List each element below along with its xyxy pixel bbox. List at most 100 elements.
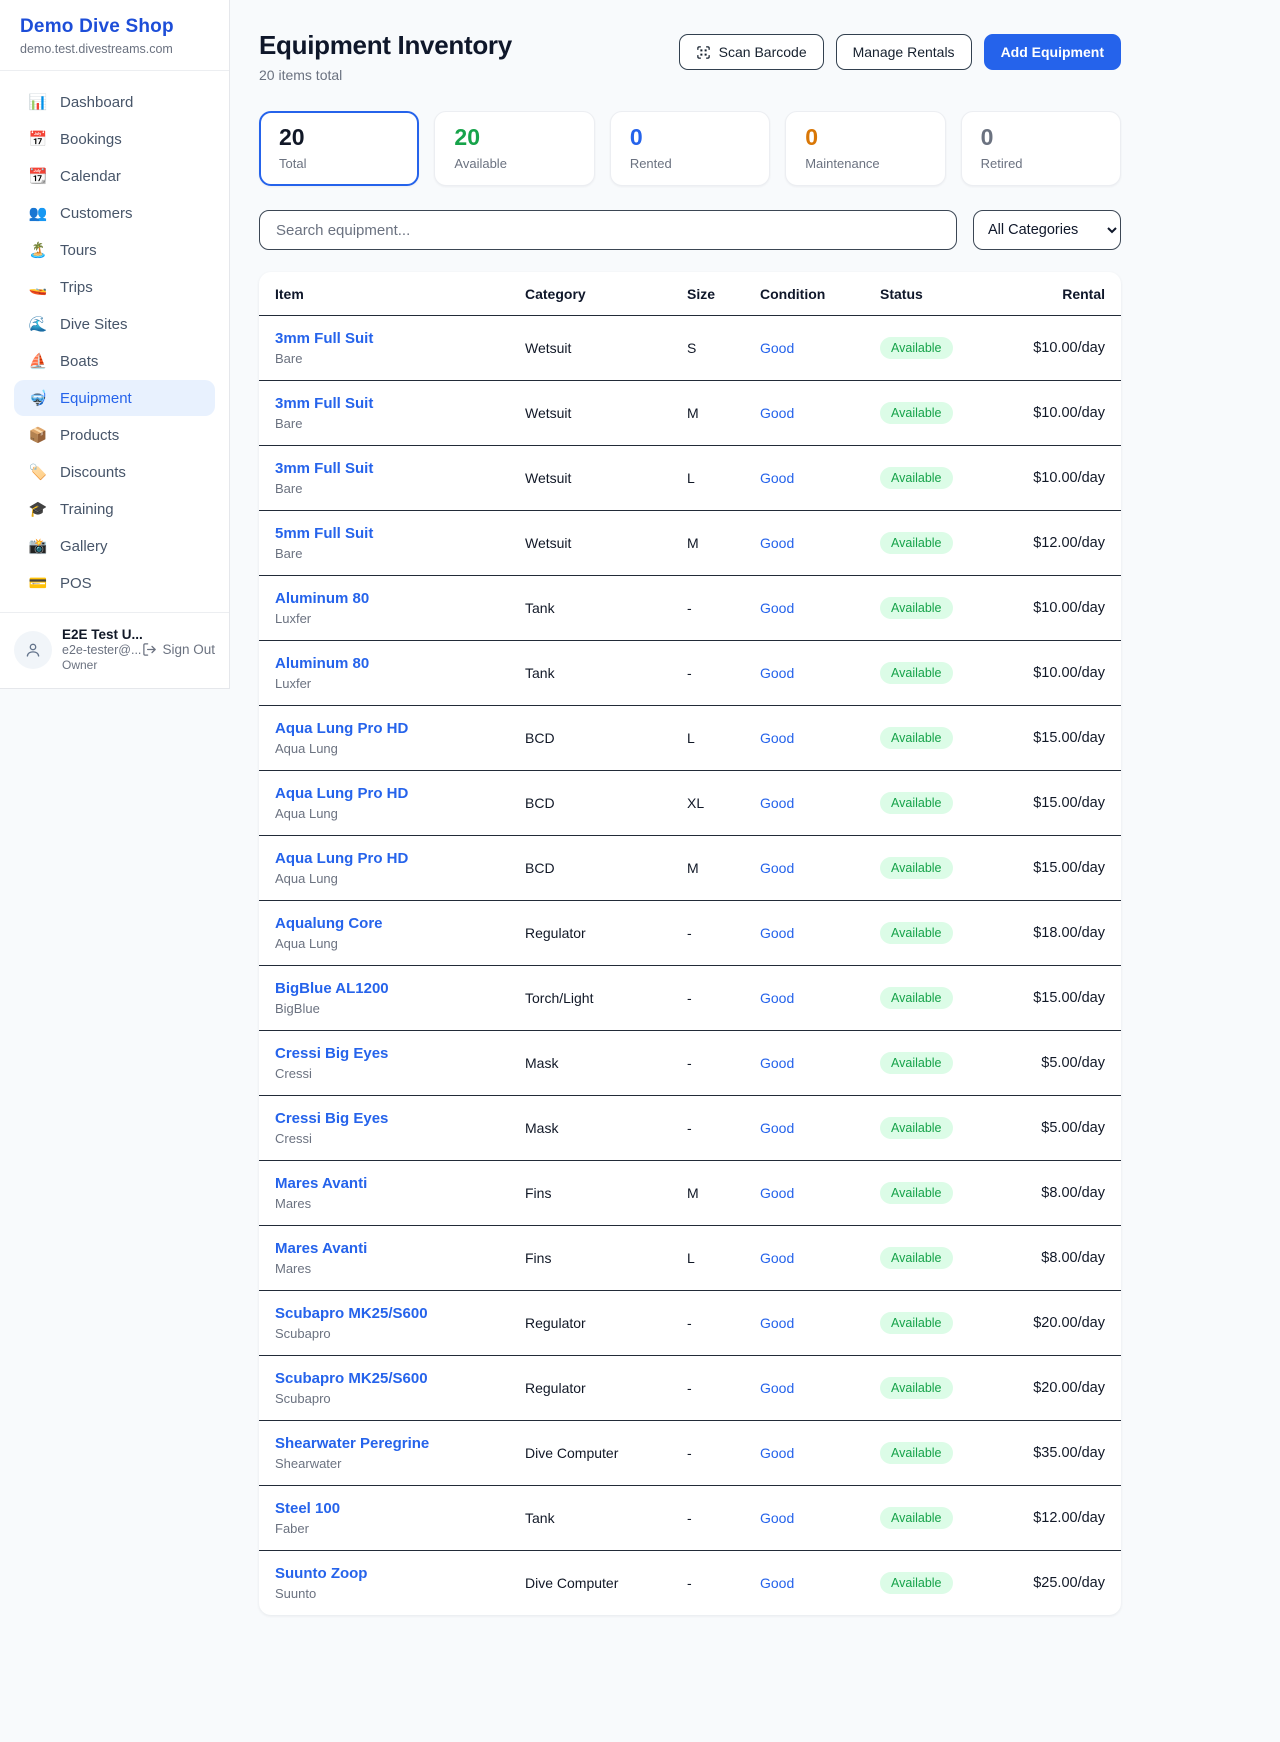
equipment-condition-link[interactable]: Good [760, 1510, 880, 1526]
equipment-name-link[interactable]: Aqua Lung Pro HD [275, 785, 525, 802]
table-row: Suunto Zoop Suunto Dive Computer - Good … [259, 1550, 1121, 1615]
equipment-condition-link[interactable]: Good [760, 730, 880, 746]
user-role: Owner [62, 658, 132, 672]
stat-card-retired[interactable]: 0 Retired [961, 111, 1121, 186]
equipment-condition-link[interactable]: Good [760, 405, 880, 421]
equipment-condition-link[interactable]: Good [760, 1055, 880, 1071]
equipment-brand: Aqua Lung [275, 806, 525, 821]
equipment-condition-link[interactable]: Good [760, 600, 880, 616]
sidebar-item-label: Dashboard [60, 94, 133, 111]
equipment-name-link[interactable]: Mares Avanti [275, 1240, 525, 1257]
status-badge: Available [880, 857, 953, 879]
stat-label: Retired [981, 156, 1101, 171]
sidebar-item-dashboard[interactable]: 📊 Dashboard [14, 84, 215, 120]
add-equipment-button[interactable]: Add Equipment [984, 34, 1121, 70]
equipment-name-link[interactable]: Cressi Big Eyes [275, 1110, 525, 1127]
equipment-name-link[interactable]: Aluminum 80 [275, 590, 525, 607]
equipment-size: - [687, 990, 760, 1006]
equipment-condition-link[interactable]: Good [760, 925, 880, 941]
equipment-name-link[interactable]: Shearwater Peregrine [275, 1435, 525, 1452]
manage-rentals-button[interactable]: Manage Rentals [836, 34, 972, 70]
equipment-condition-link[interactable]: Good [760, 1250, 880, 1266]
equipment-condition-link[interactable]: Good [760, 1315, 880, 1331]
brand-link[interactable]: Demo Dive Shop [20, 16, 209, 38]
sidebar-item-label: Boats [60, 353, 98, 370]
sidebar-item-label: Customers [60, 205, 133, 222]
equipment-rental-rate: $8.00/day [1010, 1185, 1105, 1201]
equipment-rental-rate: $15.00/day [1010, 730, 1105, 746]
status-badge: Available [880, 337, 953, 359]
sidebar-item-label: Training [60, 501, 114, 518]
equipment-name-link[interactable]: Aqua Lung Pro HD [275, 720, 525, 737]
equipment-name-link[interactable]: Scubapro MK25/S600 [275, 1370, 525, 1387]
equipment-name-link[interactable]: Aqualung Core [275, 915, 525, 932]
status-badge: Available [880, 922, 953, 944]
equipment-name-link[interactable]: Suunto Zoop [275, 1565, 525, 1582]
stat-card-maintenance[interactable]: 0 Maintenance [785, 111, 945, 186]
page-header: Equipment Inventory 20 items total Scan … [259, 30, 1121, 83]
manage-rentals-label: Manage Rentals [853, 44, 955, 60]
equipment-name-link[interactable]: Aqua Lung Pro HD [275, 850, 525, 867]
sidebar-item-boats[interactable]: ⛵ Boats [14, 343, 215, 379]
sidebar-item-training[interactable]: 🎓 Training [14, 491, 215, 527]
sidebar-item-pos[interactable]: 💳 POS [14, 565, 215, 601]
stat-card-rented[interactable]: 0 Rented [610, 111, 770, 186]
equipment-name-link[interactable]: 3mm Full Suit [275, 460, 525, 477]
equipment-category: Regulator [525, 925, 687, 941]
equipment-condition-link[interactable]: Good [760, 1575, 880, 1591]
equipment-name-link[interactable]: Scubapro MK25/S600 [275, 1305, 525, 1322]
equipment-size: - [687, 925, 760, 941]
sidebar-item-bookings[interactable]: 📅 Bookings [14, 121, 215, 157]
equipment-condition-link[interactable]: Good [760, 340, 880, 356]
sidebar-nav: 📊 Dashboard 📅 Bookings 📆 Calendar 👥 Cust… [0, 71, 229, 612]
status-badge: Available [880, 1312, 953, 1334]
sidebar-item-customers[interactable]: 👥 Customers [14, 195, 215, 231]
equipment-size: M [687, 860, 760, 876]
equipment-rental-rate: $8.00/day [1010, 1250, 1105, 1266]
search-input[interactable] [259, 210, 957, 250]
equipment-condition-link[interactable]: Good [760, 470, 880, 486]
category-select[interactable]: All Categories [973, 210, 1121, 250]
status-badge: Available [880, 987, 953, 1009]
sidebar-item-calendar[interactable]: 📆 Calendar [14, 158, 215, 194]
equipment-condition-link[interactable]: Good [760, 535, 880, 551]
equipment-condition-link[interactable]: Good [760, 990, 880, 1006]
table-row: 3mm Full Suit Bare Wetsuit S Good Availa… [259, 316, 1121, 380]
sidebar-item-equipment[interactable]: 🤿 Equipment [14, 380, 215, 416]
stat-value: 20 [454, 125, 574, 150]
equipment-name-link[interactable]: Aluminum 80 [275, 655, 525, 672]
equipment-name-link[interactable]: BigBlue AL1200 [275, 980, 525, 997]
sidebar-item-trips[interactable]: 🚤 Trips [14, 269, 215, 305]
equipment-condition-link[interactable]: Good [760, 1120, 880, 1136]
equipment-name-link[interactable]: 3mm Full Suit [275, 395, 525, 412]
equipment-category: Regulator [525, 1315, 687, 1331]
equipment-name-link[interactable]: Cressi Big Eyes [275, 1045, 525, 1062]
sign-out-button[interactable]: Sign Out [142, 642, 215, 657]
equipment-name-link[interactable]: Mares Avanti [275, 1175, 525, 1192]
equipment-category: Regulator [525, 1380, 687, 1396]
equipment-condition-link[interactable]: Good [760, 860, 880, 876]
sidebar-item-label: Gallery [60, 538, 108, 555]
scan-barcode-button[interactable]: Scan Barcode [679, 34, 824, 70]
equipment-brand: Cressi [275, 1066, 525, 1081]
equipment-condition-link[interactable]: Good [760, 665, 880, 681]
sidebar-item-dive-sites[interactable]: 🌊 Dive Sites [14, 306, 215, 342]
sidebar-item-discounts[interactable]: 🏷️ Discounts [14, 454, 215, 490]
equipment-name-link[interactable]: Steel 100 [275, 1500, 525, 1517]
equipment-name-link[interactable]: 3mm Full Suit [275, 330, 525, 347]
equipment-name-link[interactable]: 5mm Full Suit [275, 525, 525, 542]
sidebar-item-gallery[interactable]: 📸 Gallery [14, 528, 215, 564]
table-body: 3mm Full Suit Bare Wetsuit S Good Availa… [259, 316, 1121, 1615]
sidebar-item-tours[interactable]: 🏝️ Tours [14, 232, 215, 268]
equipment-size: - [687, 1445, 760, 1461]
equipment-size: - [687, 665, 760, 681]
stat-card-available[interactable]: 20 Available [434, 111, 594, 186]
equipment-condition-link[interactable]: Good [760, 1445, 880, 1461]
equipment-condition-link[interactable]: Good [760, 1380, 880, 1396]
sidebar-item-label: Discounts [60, 464, 126, 481]
equipment-condition-link[interactable]: Good [760, 1185, 880, 1201]
user-avatar-icon [14, 631, 52, 669]
stat-card-total[interactable]: 20 Total [259, 111, 419, 186]
sidebar-item-products[interactable]: 📦 Products [14, 417, 215, 453]
equipment-condition-link[interactable]: Good [760, 795, 880, 811]
